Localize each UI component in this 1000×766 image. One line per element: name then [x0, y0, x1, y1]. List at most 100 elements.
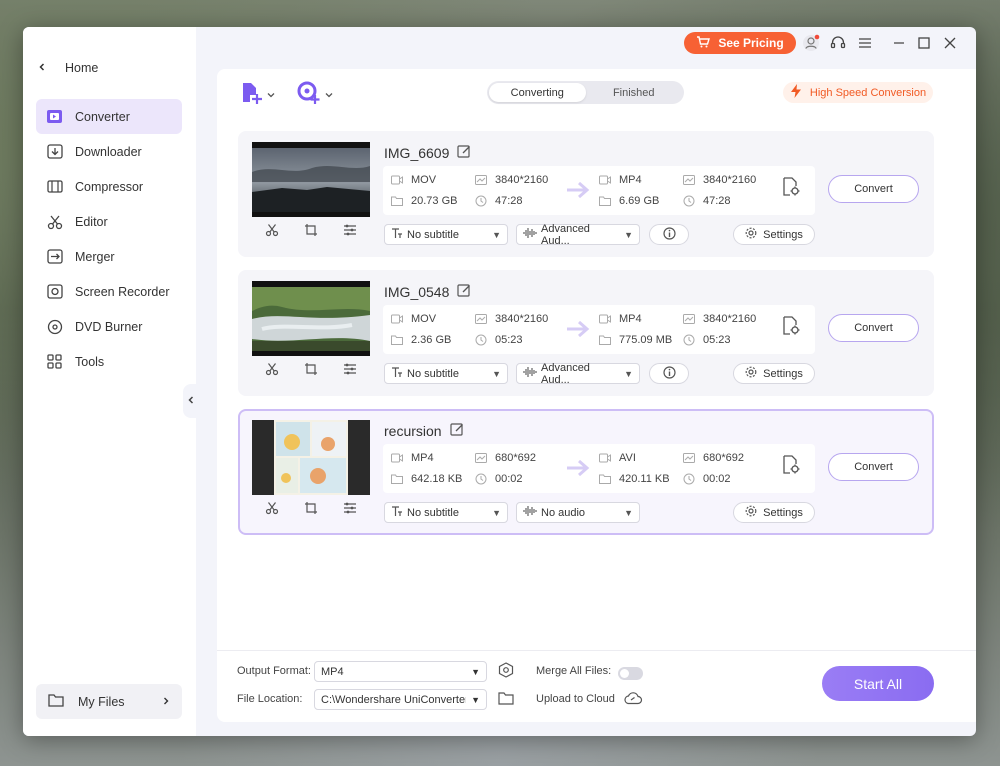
home-link[interactable]: Home [37, 61, 98, 75]
video-thumbnail[interactable] [252, 420, 370, 495]
chevron-down-icon: ▼ [471, 666, 480, 677]
effects-icon[interactable] [343, 223, 357, 240]
subtitle-dropdown[interactable]: No subtitle ▼ [384, 502, 508, 523]
resolution-icon [683, 313, 695, 325]
sidebar-nav: Converter Downloader Compressor Editor M… [36, 99, 182, 379]
edit-name-icon[interactable] [449, 422, 464, 439]
file-card-recursion[interactable]: recursion MP4 642.18 KB 680*692 00:02 AV… [238, 409, 934, 535]
video-thumbnail[interactable] [252, 281, 370, 356]
file-info-button[interactable] [649, 363, 689, 384]
back-chevron-icon [37, 61, 47, 75]
info-icon [662, 365, 676, 382]
output-settings-icon[interactable] [781, 455, 801, 478]
account-avatar[interactable] [801, 33, 821, 53]
maximize-icon[interactable] [914, 33, 934, 53]
target-resolution: 3840*2160 [703, 313, 757, 325]
source-size: 20.73 GB [411, 195, 458, 207]
folder-icon [391, 473, 403, 485]
output-settings-icon[interactable] [781, 316, 801, 339]
minimize-icon[interactable] [889, 33, 909, 53]
effects-icon[interactable] [343, 501, 357, 518]
audio-dropdown[interactable]: Advanced Aud... ▼ [516, 223, 640, 247]
crop-icon[interactable] [304, 223, 318, 240]
effects-icon[interactable] [343, 362, 357, 379]
sidebar-collapse-button[interactable] [183, 384, 199, 418]
folder-icon [48, 693, 64, 710]
file-info-button[interactable] [649, 224, 689, 245]
target-format: MP4 [619, 174, 642, 186]
file-location-label: File Location: [237, 693, 303, 705]
file-location-select[interactable]: C:\Wondershare UniConverter 1 ▼ [314, 689, 487, 710]
settings-button[interactable]: Settings [733, 502, 815, 523]
compress-icon [46, 178, 63, 195]
menu-icon[interactable] [855, 33, 875, 53]
sidebar-item-editor[interactable]: Editor [36, 204, 182, 239]
sidebar-item-converter[interactable]: Converter [36, 99, 182, 134]
add-media-button[interactable] [297, 81, 333, 107]
start-all-button[interactable]: Start All [822, 666, 934, 701]
subtitle-value: No subtitle [407, 506, 459, 519]
conversion-info: MOV 2.36 GB 3840*2160 05:23 MP4 775.09 M… [383, 305, 815, 354]
file-card-img-6609[interactable]: IMG_6609 MOV 20.73 GB 3840*2160 47:28 MP… [238, 131, 934, 257]
edit-name-icon[interactable] [457, 144, 471, 161]
output-settings-icon[interactable] [781, 177, 801, 200]
audio-dropdown[interactable]: No audio ▼ [516, 502, 640, 523]
tab-converting[interactable]: Converting [489, 83, 586, 102]
sidebar-item-label: Compressor [75, 179, 144, 194]
clock-icon [475, 334, 487, 346]
video-thumbnail[interactable] [252, 142, 370, 217]
file-name: IMG_6609 [384, 144, 471, 161]
subtitle-dropdown[interactable]: No subtitle ▼ [384, 224, 508, 245]
sidebar-item-label: Downloader [75, 144, 142, 159]
add-media-icon [297, 81, 321, 108]
my-files-button[interactable]: My Files [36, 684, 182, 719]
format-settings-icon[interactable] [497, 662, 515, 683]
settings-button[interactable]: Settings [733, 224, 815, 245]
disc-icon [46, 318, 63, 335]
source-format: MP4 [411, 452, 434, 464]
trim-scissors-icon[interactable] [265, 362, 279, 379]
headset-icon[interactable] [828, 33, 848, 53]
gear-icon [745, 227, 757, 242]
sidebar-item-merger[interactable]: Merger [36, 239, 182, 274]
sidebar-item-screen-recorder[interactable]: Screen Recorder [36, 274, 182, 309]
trim-scissors-icon[interactable] [265, 223, 279, 240]
add-files-button[interactable] [241, 81, 275, 107]
open-folder-icon[interactable] [498, 691, 514, 708]
audio-value: No audio [541, 506, 586, 519]
video-format-icon [391, 313, 403, 325]
source-format: MOV [411, 313, 437, 325]
folder-icon [391, 195, 403, 207]
thumbnail-tools [252, 223, 370, 240]
audio-dropdown[interactable]: Advanced Aud... ▼ [516, 362, 640, 386]
settings-button[interactable]: Settings [733, 363, 815, 384]
convert-button[interactable]: Convert [828, 314, 919, 342]
sidebar-item-downloader[interactable]: Downloader [36, 134, 182, 169]
sidebar-item-dvd-burner[interactable]: DVD Burner [36, 309, 182, 344]
file-name: IMG_0548 [384, 283, 471, 300]
crop-icon[interactable] [304, 501, 318, 518]
source-resolution: 3840*2160 [495, 174, 549, 186]
convert-button[interactable]: Convert [828, 175, 919, 203]
source-duration: 47:28 [495, 195, 523, 207]
user-icon [803, 34, 820, 51]
convert-button[interactable]: Convert [828, 453, 919, 481]
video-format-icon [391, 174, 403, 186]
high-speed-conversion-button[interactable]: High Speed Conversion [783, 82, 933, 103]
see-pricing-button[interactable]: See Pricing [684, 32, 796, 54]
cloud-icon[interactable] [623, 691, 643, 708]
edit-name-icon[interactable] [457, 283, 471, 300]
crop-icon[interactable] [304, 362, 318, 379]
sidebar-item-compressor[interactable]: Compressor [36, 169, 182, 204]
sidebar-item-tools[interactable]: Tools [36, 344, 182, 379]
gear-icon [745, 505, 757, 520]
subtitle-dropdown[interactable]: No subtitle ▼ [384, 363, 508, 384]
trim-scissors-icon[interactable] [265, 501, 279, 518]
source-resolution: 3840*2160 [495, 313, 549, 325]
output-format-select[interactable]: MP4 ▼ [314, 661, 487, 682]
merge-all-toggle[interactable] [618, 667, 643, 680]
chevron-down-icon: ▼ [492, 507, 501, 518]
tab-finished[interactable]: Finished [586, 83, 683, 102]
file-card-img-0548[interactable]: IMG_0548 MOV 2.36 GB 3840*2160 05:23 MP4… [238, 270, 934, 396]
close-icon[interactable] [940, 33, 960, 53]
